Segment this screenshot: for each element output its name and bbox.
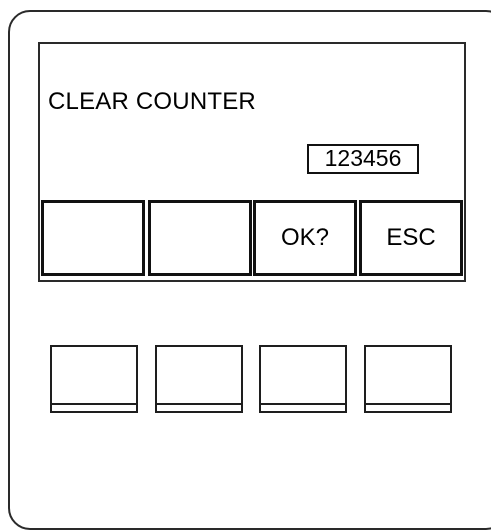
hardware-key-2[interactable] (155, 345, 243, 413)
screen-title: CLEAR COUNTER (48, 88, 256, 115)
softkey-2[interactable] (148, 200, 252, 276)
hardware-key-3[interactable] (259, 345, 347, 413)
softkey-esc[interactable]: ESC (359, 200, 463, 276)
display-screen: CLEAR COUNTER 123456 OK? ESC (38, 42, 466, 282)
counter-value: 123456 (307, 144, 419, 174)
hardware-key-1[interactable] (50, 345, 138, 413)
softkey-ok[interactable]: OK? (253, 200, 357, 276)
hardware-key-4[interactable] (364, 345, 452, 413)
softkey-1[interactable] (41, 200, 145, 276)
